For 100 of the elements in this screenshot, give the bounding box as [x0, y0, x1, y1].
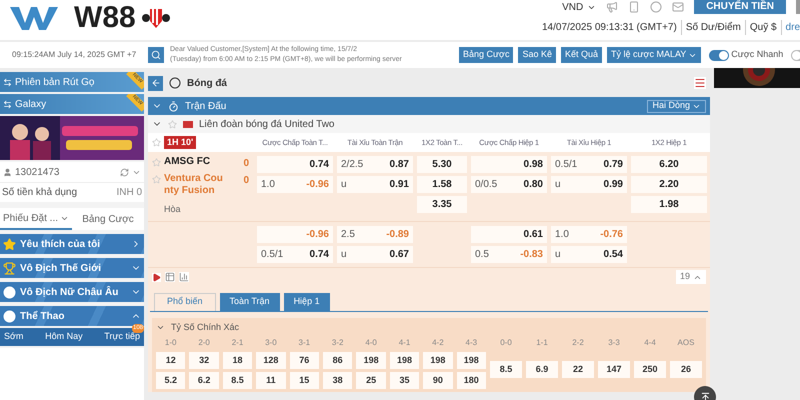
odds-cell[interactable]: 198	[423, 352, 453, 368]
chevron-icon[interactable]	[156, 323, 165, 332]
odds-cell[interactable]: 22	[562, 360, 594, 378]
table-icon[interactable]	[165, 272, 175, 282]
odds-cell[interactable]: 0.74	[257, 156, 333, 173]
phone-icon[interactable]	[628, 1, 640, 13]
star-icon	[3, 238, 16, 250]
odds-cell[interactable]: 76	[290, 352, 319, 368]
odds-cell[interactable]: 25	[356, 372, 386, 388]
bet-slip-tab[interactable]: Bảng Cược	[72, 208, 144, 230]
odds-cell[interactable]: 11	[256, 372, 286, 388]
category-label: Yêu thích của tôi	[20, 238, 100, 252]
megaphone-icon[interactable]	[606, 1, 618, 13]
username-link[interactable]: dre	[780, 20, 800, 35]
odds-cell[interactable]: 5.30	[417, 156, 467, 173]
odds-cell[interactable]: 1.0 -0.96	[257, 176, 333, 193]
info-text[interactable]: Quỹ $	[744, 20, 777, 35]
sport-tab[interactable]: Hôm Nay	[45, 330, 83, 344]
odds-cell[interactable]: 198	[456, 352, 486, 368]
odds-cell[interactable]: 12	[156, 352, 186, 368]
play-icon[interactable]	[152, 272, 161, 282]
breadcrumb-title: Bóng đá	[187, 76, 227, 90]
currency-selector[interactable]: VND	[562, 0, 596, 14]
star-icon[interactable]	[152, 158, 161, 167]
sport-tab[interactable]: Trực tiếp	[104, 330, 140, 344]
odds-cell[interactable]: 0.5/1 0.79	[551, 156, 627, 173]
circle-icon[interactable]	[650, 1, 662, 13]
transfer-button[interactable]: CHUYỂN TIỀN	[694, 0, 786, 14]
odds-cell[interactable]: 180	[456, 372, 486, 388]
category-bar[interactable]: Vô Địch Thế Giới	[0, 258, 144, 278]
odds-cell[interactable]: 6.2	[189, 372, 219, 388]
odds-cell[interactable]: 8.5	[222, 372, 252, 388]
star-icon[interactable]	[152, 138, 161, 147]
odds-cell[interactable]: 35	[390, 372, 420, 388]
search-button[interactable]	[148, 47, 164, 63]
info-text[interactable]: Số Dư/Điểm	[680, 20, 741, 35]
market-tab[interactable]: Hiệp 1	[284, 292, 330, 310]
stats-icon[interactable]	[179, 272, 189, 282]
promo-label: Phiên bản Rút Gọ	[15, 76, 94, 90]
odds-cell[interactable]: 1.98	[631, 196, 707, 213]
odds-cell[interactable]: 1.0 -0.76	[551, 226, 627, 242]
odds-cell[interactable]: 0.5 -0.83	[471, 246, 547, 262]
odds-cell[interactable]: 198	[356, 352, 386, 368]
odds-cell[interactable]: 0/0.5 0.80	[471, 176, 547, 193]
odds-cell[interactable]: 250	[634, 360, 666, 378]
odds-cell[interactable]: 2/2.5 0.87	[337, 156, 413, 173]
mail-icon[interactable]	[672, 1, 684, 13]
odds-cell[interactable]: 2.20	[631, 176, 707, 193]
star-icon[interactable]	[168, 120, 177, 128]
odds-cell[interactable]: 15	[290, 372, 319, 388]
odds-cell[interactable]: 128	[256, 352, 286, 368]
ball-icon	[169, 77, 181, 89]
odds-cell[interactable]: u 0.54	[551, 246, 627, 262]
timer-icon	[168, 100, 179, 112]
odds-cell[interactable]: u 0.91	[337, 176, 413, 193]
logo-text: W88	[74, 3, 136, 33]
nav-button[interactable]: Kết Quả	[560, 47, 602, 63]
odds-cell[interactable]: 8.5	[490, 360, 522, 378]
odds-cell[interactable]: 18	[222, 352, 252, 368]
odds-cell[interactable]: u 0.99	[551, 176, 627, 193]
odds-cell[interactable]: 90	[423, 372, 453, 388]
sport-tab[interactable]: Sớm	[4, 330, 24, 344]
match-time-badge: 1H 10'	[164, 136, 196, 150]
nav-button[interactable]: Bảng Cược	[459, 47, 514, 63]
odds-cell[interactable]: 86	[322, 352, 352, 368]
bet-slip-tab[interactable]: Phiếu Đặt ...	[0, 208, 72, 230]
star-icon[interactable]	[152, 175, 161, 184]
refresh-icon[interactable]	[120, 168, 129, 176]
toggle-switch[interactable]	[709, 50, 730, 60]
market-tab[interactable]: Toàn Trận	[220, 292, 280, 310]
odds-dropdown[interactable]: Tỷ lệ cược MALAY	[607, 47, 702, 63]
odds-cell[interactable]: 32	[189, 352, 219, 368]
odds-cell[interactable]: u 0.67	[337, 246, 413, 262]
odds-cell[interactable]: 6.20	[631, 156, 707, 173]
odds-cell[interactable]: 0.5/1 0.74	[257, 246, 333, 262]
odds-cell[interactable]: 6.9	[526, 360, 558, 378]
back-button[interactable]	[148, 76, 163, 90]
odds-cell[interactable]: 198	[390, 352, 420, 368]
nav-button[interactable]: Sao Kê	[518, 47, 556, 63]
odds-cell[interactable]: 38	[322, 372, 352, 388]
swap-icon	[3, 78, 12, 86]
sort-icon[interactable]	[694, 77, 706, 89]
market-tab[interactable]: Phổ biến	[154, 292, 216, 310]
more-markets-button[interactable]: 19	[676, 270, 706, 284]
odds-cell[interactable]: 3.35	[417, 196, 467, 213]
category-bar[interactable]: Thể Thao	[0, 306, 144, 326]
category-bar[interactable]: Vô Địch Nữ Châu Âu	[0, 282, 144, 302]
view-dropdown[interactable]: Hai Dòng	[647, 100, 706, 112]
odds-cell[interactable]: 26	[670, 360, 702, 378]
flag-icon	[183, 120, 193, 128]
odds-cell[interactable]: 0.61	[471, 226, 547, 242]
odds-cell[interactable]: 147	[598, 360, 630, 378]
score-label: AOS	[676, 336, 696, 348]
odds-cell[interactable]: 0.98	[471, 156, 547, 173]
clock-text: 09:15:24AM July 14, 2025 GMT +7	[11, 49, 138, 61]
odds-cell[interactable]: 2.5 -0.89	[337, 226, 413, 242]
odds-cell[interactable]: 5.2	[156, 372, 186, 388]
odds-cell[interactable]: 1.58	[417, 176, 467, 193]
category-bar[interactable]: Yêu thích của tôi	[0, 234, 144, 254]
toggle-label: Cược Nhanh	[731, 48, 784, 62]
